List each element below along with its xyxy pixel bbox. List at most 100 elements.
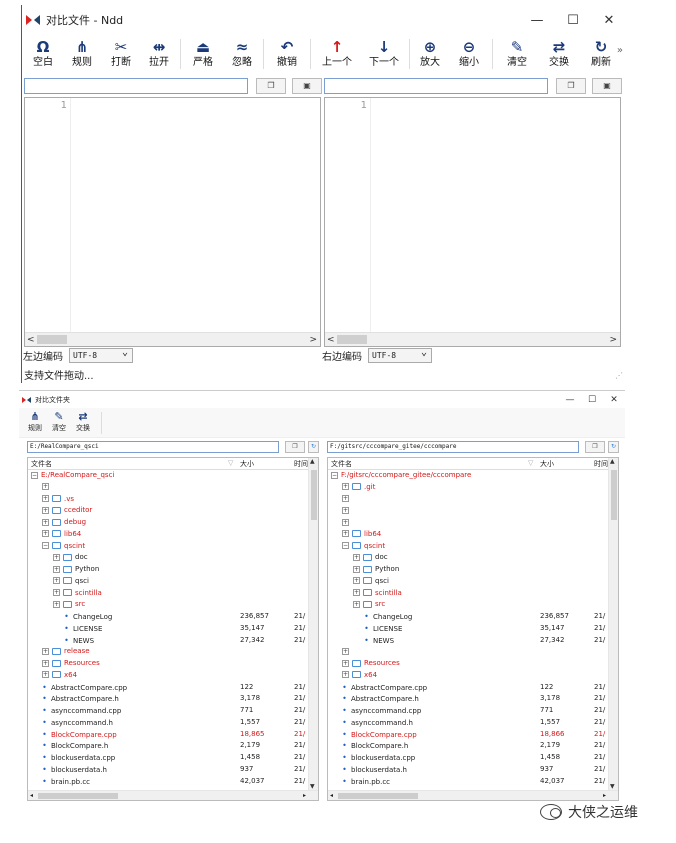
- right-dir-tree[interactable]: 文件名 ▽ 大小 时间 − F:/gitsrc/cccompare_gitee/c…: [327, 457, 619, 801]
- tree-row[interactable]: +: [328, 494, 608, 506]
- next-diff-button[interactable]: ↓ 下一个: [361, 35, 407, 73]
- scroll-left-icon[interactable]: ◂: [30, 791, 33, 800]
- left-horizontal-scrollbar[interactable]: ◂ ▸: [28, 790, 318, 800]
- right-path-input[interactable]: [324, 78, 548, 94]
- expand-toggle-icon[interactable]: −: [31, 471, 38, 479]
- scroll-right-icon[interactable]: ▸: [603, 791, 606, 800]
- scroll-up-icon[interactable]: ▲: [310, 458, 315, 465]
- tree-row[interactable]: − F:/gitsrc/cccompare_gitee/cccompare: [328, 470, 608, 482]
- scroll-up-icon[interactable]: ▲: [610, 458, 615, 465]
- rules-button[interactable]: ⋔ 规则: [62, 35, 102, 73]
- tree-row[interactable]: + release: [28, 646, 308, 658]
- tree-row[interactable]: + lib64: [328, 529, 608, 541]
- resize-grip-icon[interactable]: ⋰: [615, 371, 623, 380]
- tree-row[interactable]: +: [328, 517, 608, 529]
- scroll-thumb[interactable]: [338, 793, 418, 799]
- tree-row[interactable]: − qscint: [28, 541, 308, 553]
- expand-toggle-icon[interactable]: +: [53, 565, 60, 573]
- right-encoding-select[interactable]: UTF-8: [368, 346, 432, 363]
- tree-row[interactable]: • AbstractCompare.cpp 122 21/: [28, 682, 308, 694]
- tree-row[interactable]: • brain.pb.cc 42,037 21/: [28, 776, 308, 788]
- tree-row[interactable]: • blockuserdata.cpp 1,458 21/: [28, 752, 308, 764]
- filter-icon[interactable]: ▽: [228, 459, 233, 467]
- expand-toggle-icon[interactable]: +: [342, 506, 349, 514]
- tree-row[interactable]: + Python: [328, 564, 608, 576]
- expand-toggle-icon[interactable]: +: [42, 506, 49, 514]
- tree-row[interactable]: • BlockCompare.h 2,179 21/: [328, 740, 608, 752]
- scroll-thumb[interactable]: [311, 470, 317, 520]
- expand-toggle-icon[interactable]: +: [42, 483, 49, 491]
- col-size[interactable]: 大小: [540, 459, 554, 469]
- right-horizontal-scrollbar[interactable]: ◂ ▸: [328, 790, 618, 800]
- expand-toggle-icon[interactable]: +: [42, 495, 49, 502]
- tree-row[interactable]: • NEWS 27,342 21/: [28, 635, 308, 647]
- tree-row[interactable]: • brain.pb.cc 42,037 21/: [328, 776, 608, 788]
- strict-button[interactable]: ⏏ 严格: [183, 35, 223, 73]
- break-button[interactable]: ✂ 打断: [102, 35, 140, 73]
- tree-row[interactable]: + x64: [328, 670, 608, 682]
- left-editor[interactable]: 1 < >: [24, 97, 321, 347]
- expand-toggle-icon[interactable]: +: [342, 659, 349, 667]
- dir-left-path-input[interactable]: E:/RealCompare_qsci: [27, 441, 279, 453]
- tree-row[interactable]: + Resources: [328, 658, 608, 670]
- scroll-thumb[interactable]: [37, 335, 67, 344]
- left-encoding-select[interactable]: UTF-8: [69, 346, 133, 363]
- tree-row[interactable]: + Python: [28, 564, 308, 576]
- dir-left-refresh-button[interactable]: ↻: [308, 441, 319, 453]
- tree-row[interactable]: • blockuserdata.h 937 21/: [328, 764, 608, 776]
- toolbar-overflow-button[interactable]: »: [617, 45, 623, 56]
- left-vertical-scrollbar[interactable]: ▲ ▼: [308, 458, 318, 790]
- right-editor[interactable]: 1 < >: [324, 97, 621, 347]
- tree-row[interactable]: +: [328, 505, 608, 517]
- scroll-down-icon[interactable]: ▼: [610, 783, 615, 790]
- scroll-left-icon[interactable]: <: [327, 333, 335, 347]
- right-vertical-scrollbar[interactable]: ▲ ▼: [608, 458, 618, 790]
- undo-button[interactable]: ↶ 撤销: [266, 35, 308, 73]
- expand-toggle-icon[interactable]: +: [42, 671, 49, 679]
- tree-row[interactable]: + scintilla: [328, 588, 608, 600]
- zoom-in-button[interactable]: ⊕ 放大: [412, 35, 448, 73]
- col-size[interactable]: 大小: [240, 459, 254, 469]
- expand-toggle-icon[interactable]: +: [53, 600, 60, 608]
- tree-row[interactable]: + src: [328, 599, 608, 611]
- tree-row[interactable]: + scintilla: [28, 588, 308, 600]
- tree-row[interactable]: + src: [28, 599, 308, 611]
- left-path-input[interactable]: [24, 78, 248, 94]
- left-open-button[interactable]: ❐: [256, 78, 286, 94]
- left-dir-tree[interactable]: 文件名 ▽ 大小 时间 − E:/RealCompare_qsci + + .vs + cc…: [27, 457, 319, 801]
- tree-row[interactable]: + .git: [328, 482, 608, 494]
- expand-toggle-icon[interactable]: −: [42, 542, 49, 549]
- tree-row[interactable]: • asynccommand.cpp 771 21/: [328, 705, 608, 717]
- swap-button[interactable]: ⇄ 交换: [539, 35, 579, 73]
- expand-toggle-icon[interactable]: +: [353, 553, 360, 561]
- tree-row[interactable]: • asynccommand.cpp 771 21/: [28, 705, 308, 717]
- clear-button[interactable]: ✎ 清空: [495, 35, 539, 73]
- tree-row[interactable]: • LICENSE 35,147 21/: [28, 623, 308, 635]
- maximize-button[interactable]: ☐: [555, 13, 591, 28]
- col-time[interactable]: 时间: [594, 459, 608, 469]
- right-horizontal-scrollbar[interactable]: < >: [325, 332, 620, 346]
- whitespace-button[interactable]: Ω 空白: [24, 35, 62, 73]
- expand-toggle-icon[interactable]: −: [331, 471, 338, 479]
- tree-row[interactable]: • AbstractCompare.h 3,178 21/: [328, 693, 608, 705]
- tree-row[interactable]: + x64: [28, 670, 308, 682]
- expand-toggle-icon[interactable]: +: [53, 553, 60, 561]
- tree-row[interactable]: + lib64: [28, 529, 308, 541]
- ignore-button[interactable]: ≈ 忽略: [223, 35, 261, 73]
- tree-row[interactable]: • ChangeLog 236,857 21/: [28, 611, 308, 623]
- scroll-thumb[interactable]: [337, 335, 367, 344]
- tree-row[interactable]: • blockuserdata.cpp 1,458 21/: [328, 752, 608, 764]
- scroll-down-icon[interactable]: ▼: [310, 783, 315, 790]
- dir-swap-button[interactable]: ⇄ 交换: [71, 408, 95, 433]
- dir-clear-button[interactable]: ✎ 清空: [47, 408, 71, 433]
- tree-row[interactable]: + qsci: [328, 576, 608, 588]
- expand-toggle-icon[interactable]: +: [353, 565, 360, 573]
- expand-toggle-icon[interactable]: +: [42, 659, 49, 667]
- expand-toggle-icon[interactable]: +: [42, 518, 49, 526]
- expand-toggle-icon[interactable]: +: [342, 483, 349, 491]
- scroll-left-icon[interactable]: ◂: [330, 791, 333, 800]
- tree-row[interactable]: − qscint: [328, 541, 608, 553]
- left-save-button[interactable]: ▣: [292, 78, 322, 94]
- tree-row[interactable]: • BlockCompare.cpp 18,865 21/: [28, 729, 308, 741]
- close-button[interactable]: ✕: [591, 13, 627, 28]
